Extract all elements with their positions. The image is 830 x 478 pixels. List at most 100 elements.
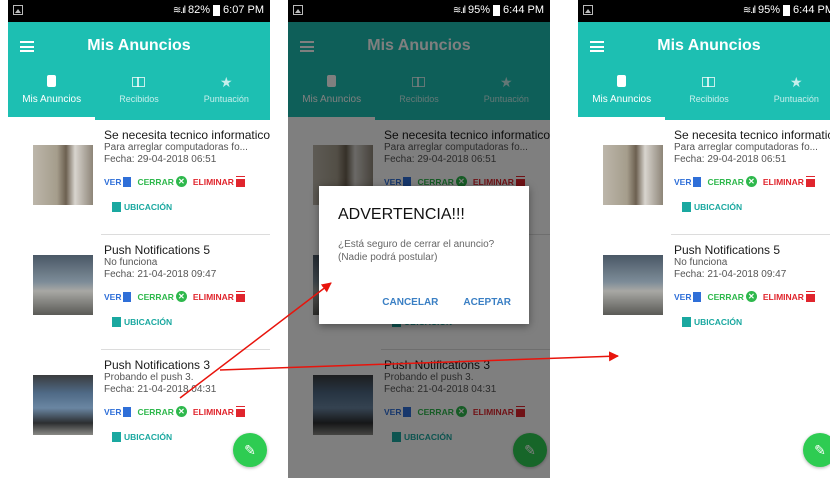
ubicacion-button[interactable]: UBICACIÓN — [112, 317, 172, 327]
image-notification-icon — [13, 5, 23, 15]
tab-puntuacion[interactable]: ★ Puntuación — [753, 72, 830, 120]
tab-recibidos[interactable]: Recibidos — [665, 72, 752, 120]
edit-fab-button[interactable]: ✎ — [233, 433, 267, 467]
trash-icon — [235, 291, 245, 302]
book-icon — [702, 77, 716, 87]
battery-icon — [783, 4, 791, 16]
ver-button[interactable]: VER — [104, 406, 132, 417]
app-bar: Mis Anuncios Mis Anuncios Recibidos ★ Pu… — [8, 22, 270, 120]
cerrar-button[interactable]: CERRAR✕ — [707, 291, 757, 302]
app-bar: Mis Anuncios Mis Anuncios Recibidos ★ Pu… — [578, 22, 830, 120]
trash-icon — [805, 176, 815, 187]
thumbnail — [603, 255, 663, 315]
status-bar: ≋.ıl 95% 6:44 PM — [578, 0, 830, 22]
star-icon: ★ — [790, 74, 803, 90]
eliminar-button[interactable]: ELIMINAR — [193, 291, 245, 302]
battery-icon — [493, 4, 501, 16]
tab-puntuacion[interactable]: ★ Puntuación — [183, 72, 270, 120]
thumbnail — [33, 255, 93, 315]
document-icon — [693, 176, 702, 187]
item-date: Fecha: 21-04-2018 09:47 — [104, 269, 217, 280]
trash-icon — [805, 291, 815, 302]
map-icon — [112, 432, 121, 442]
ubicacion-button[interactable]: UBICACIÓN — [682, 317, 742, 327]
item-subtitle: Para arreglar computadoras fo... — [674, 142, 818, 153]
item-title: Se necesita tecnico informatico — [104, 128, 270, 142]
phone-screen-1: ≋.ıl 82% 6:07 PM Mis Anuncios Mis Anunci… — [8, 0, 270, 478]
cancel-button[interactable]: CANCELAR — [382, 297, 438, 308]
battery-percent: 82% — [188, 4, 211, 16]
pencil-icon: ✎ — [814, 441, 826, 458]
item-title: Push Notifications 5 — [104, 243, 211, 257]
thumbnail — [33, 375, 93, 435]
tab-mis-anuncios[interactable]: Mis Anuncios — [578, 72, 665, 120]
ver-button[interactable]: VER — [674, 291, 702, 302]
document-icon — [123, 176, 132, 187]
list-item[interactable]: Se necesita tecnico informatico Para arr… — [578, 120, 830, 235]
ubicacion-button[interactable]: UBICACIÓN — [682, 202, 742, 212]
phone-screen-3: ≋.ıl 95% 6:44 PM Mis Anuncios Mis Anunci… — [578, 0, 830, 478]
close-circle-icon: ✕ — [175, 291, 187, 302]
tab-bar: Mis Anuncios Recibidos ★ Puntuación — [578, 72, 830, 120]
list-item[interactable]: Se necesita tecnico informatico Para arr… — [8, 120, 270, 235]
item-title: Push Notifications 5 — [674, 243, 781, 257]
thumbnail — [33, 145, 93, 205]
tab-bar: Mis Anuncios Recibidos ★ Puntuación — [8, 72, 270, 120]
map-icon — [112, 202, 121, 212]
eliminar-button[interactable]: ELIMINAR — [193, 176, 245, 187]
item-date: Fecha: 29-04-2018 06:51 — [104, 154, 217, 165]
thumbnail — [603, 145, 663, 205]
tab-mis-anuncios[interactable]: Mis Anuncios — [8, 72, 95, 120]
tab-label: Puntuación — [203, 94, 249, 104]
ver-button[interactable]: VER — [104, 291, 132, 302]
item-subtitle: No funciona — [104, 257, 158, 268]
map-icon — [682, 317, 691, 327]
anuncios-list: Se necesita tecnico informatico Para arr… — [578, 120, 830, 350]
confirm-dialog: ADVERTENCIA!!! ¿Está seguro de cerrar el… — [319, 186, 529, 324]
eliminar-button[interactable]: ELIMINAR — [763, 291, 815, 302]
document-icon — [693, 291, 702, 302]
item-subtitle: No funciona — [674, 257, 728, 268]
page-title: Mis Anuncios — [657, 37, 761, 54]
item-subtitle: Para arreglar computadoras fo... — [104, 142, 248, 153]
image-notification-icon — [583, 5, 593, 15]
item-subtitle: Probando el push 3. — [104, 372, 194, 383]
battery-icon — [213, 4, 221, 16]
cerrar-button[interactable]: CERRAR✕ — [707, 176, 757, 187]
list-item[interactable]: Push Notifications 5 No funciona Fecha: … — [578, 235, 830, 350]
trash-icon — [235, 176, 245, 187]
dialog-title: ADVERTENCIA!!! — [338, 206, 465, 223]
list-item[interactable]: Push Notifications 5 No funciona Fecha: … — [8, 235, 270, 350]
ubicacion-button[interactable]: UBICACIÓN — [112, 432, 172, 442]
cerrar-button[interactable]: CERRAR✕ — [137, 291, 187, 302]
phone-icon — [47, 75, 57, 87]
eliminar-button[interactable]: ELIMINAR — [763, 176, 815, 187]
anuncios-list: Se necesita tecnico informatico Para arr… — [8, 120, 270, 465]
tab-recibidos[interactable]: Recibidos — [95, 72, 182, 120]
tab-label: Recibidos — [689, 94, 729, 104]
battery-percent: 95% — [758, 4, 781, 16]
map-icon — [112, 317, 121, 327]
signal-icon: ≋.ıl — [452, 4, 466, 16]
status-bar: ≋.ıl 82% 6:07 PM — [8, 0, 270, 22]
dialog-message: ¿Está seguro de cerrar el anuncio? (Nadi… — [338, 239, 495, 263]
cerrar-button[interactable]: CERRAR✕ — [137, 406, 187, 417]
signal-icon: ≋.ıl — [742, 4, 756, 16]
ubicacion-button[interactable]: UBICACIÓN — [112, 202, 172, 212]
item-date: Fecha: 21-04-2018 09:47 — [674, 269, 787, 280]
eliminar-button[interactable]: ELIMINAR — [193, 406, 245, 417]
list-item[interactable]: Push Notifications 3 Probando el push 3.… — [8, 350, 270, 465]
ver-button[interactable]: VER — [674, 176, 702, 187]
close-circle-icon: ✕ — [175, 176, 187, 187]
ver-button[interactable]: VER — [104, 176, 132, 187]
cerrar-button[interactable]: CERRAR✕ — [137, 176, 187, 187]
image-notification-icon — [293, 5, 303, 15]
accept-button[interactable]: ACEPTAR — [463, 297, 511, 308]
item-title: Push Notifications 3 — [104, 358, 211, 372]
page-title: Mis Anuncios — [87, 37, 191, 54]
clock: 6:44 PM — [793, 4, 830, 16]
item-title: Se necesita tecnico informatico — [674, 128, 830, 142]
tab-label: Puntuación — [773, 94, 819, 104]
edit-fab-button[interactable]: ✎ — [803, 433, 830, 467]
close-circle-icon: ✕ — [175, 406, 187, 417]
